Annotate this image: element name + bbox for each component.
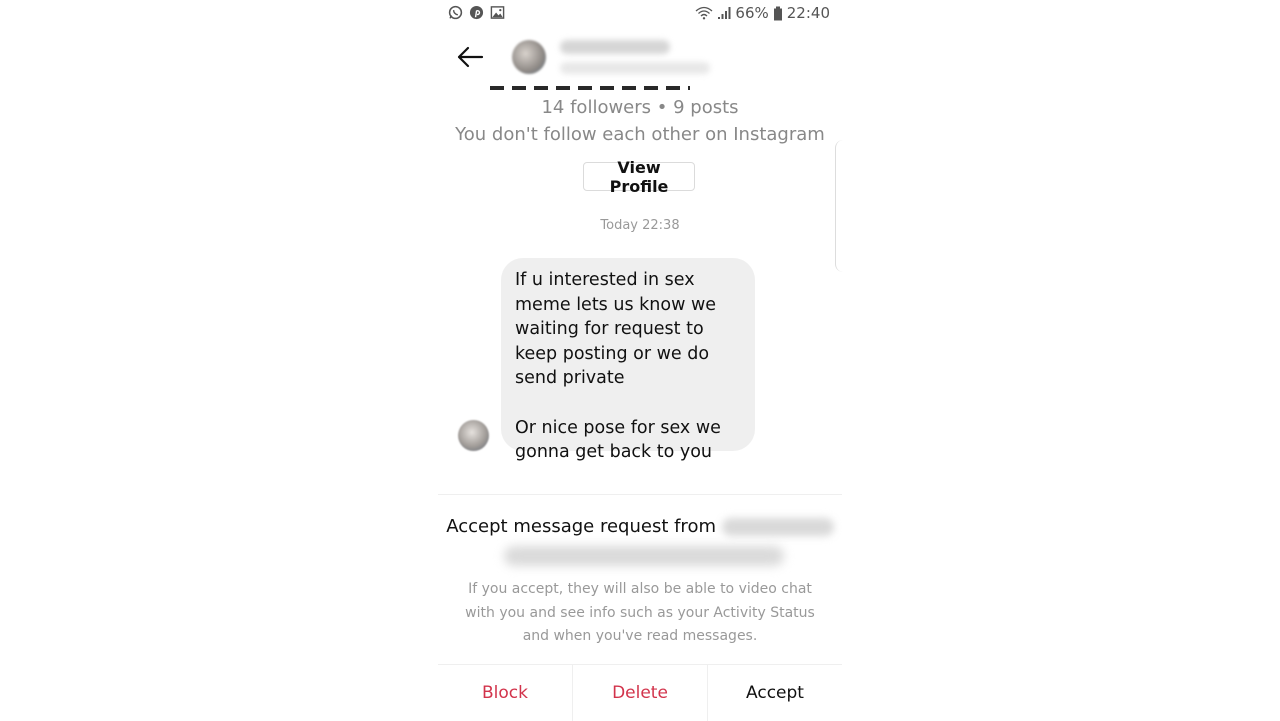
request-sender-name-blurred bbox=[721, 518, 834, 536]
back-button[interactable] bbox=[456, 46, 484, 68]
message-bubble[interactable]: If u interested in sex meme lets us know… bbox=[501, 258, 755, 462]
status-bar: 66% 22:40 bbox=[438, 0, 842, 28]
battery-percent: 66% bbox=[735, 4, 769, 22]
image-icon bbox=[490, 5, 505, 20]
scroll-edge bbox=[835, 140, 844, 272]
request-title: Accept message request from bbox=[438, 516, 842, 537]
phone-screen: 66% 22:40 14 followers • 9 posts You don… bbox=[438, 0, 844, 721]
request-sender-handle-blurred bbox=[504, 546, 784, 566]
accept-button[interactable]: Accept bbox=[707, 665, 842, 721]
message-timestamp: Today 22:38 bbox=[600, 218, 680, 233]
clock: 22:40 bbox=[786, 4, 830, 22]
whatsapp-icon bbox=[448, 5, 463, 20]
sender-avatar[interactable] bbox=[458, 420, 489, 451]
follow-status: You don't follow each other on Instagram bbox=[455, 124, 825, 145]
header-avatar[interactable] bbox=[512, 40, 546, 74]
view-profile-button[interactable]: View Profile bbox=[583, 158, 695, 196]
request-description: If you accept, they will also be able to… bbox=[465, 581, 815, 644]
divider bbox=[438, 494, 842, 495]
wifi-icon bbox=[695, 6, 713, 20]
battery-icon bbox=[773, 6, 783, 21]
block-button[interactable]: Block bbox=[438, 665, 572, 721]
header-username-blurred[interactable] bbox=[560, 40, 670, 54]
request-actions: Block Delete Accept bbox=[438, 664, 842, 721]
arrow-left-icon bbox=[457, 46, 484, 68]
pinterest-icon bbox=[469, 5, 484, 20]
message-paragraph: If u interested in sex meme lets us know… bbox=[515, 270, 717, 389]
thread-header bbox=[438, 28, 842, 84]
request-title-text: Accept message request from bbox=[446, 516, 716, 537]
message-paragraph: Or nice pose for sex we gonna get back t… bbox=[515, 417, 721, 463]
delete-button[interactable]: Delete bbox=[572, 665, 707, 721]
followers-posts-count: 14 followers • 9 posts bbox=[541, 97, 739, 118]
clipped-profile-name bbox=[490, 86, 690, 90]
signal-icon bbox=[717, 6, 731, 20]
header-handle-blurred bbox=[560, 62, 710, 74]
